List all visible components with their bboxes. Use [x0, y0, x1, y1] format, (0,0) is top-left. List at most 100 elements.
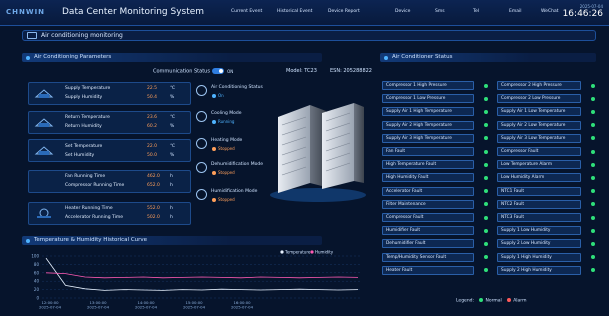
- x-tick-label: 2025-07-04: [39, 305, 62, 310]
- param-unit: ℃: [170, 86, 176, 91]
- status-dot-icon: [591, 123, 595, 128]
- status-dot-icon: [484, 241, 488, 246]
- status-dot-icon: [591, 268, 595, 273]
- status-dot-icon: [591, 228, 595, 233]
- esn-label: ESN:: [330, 68, 342, 74]
- dehumidify-icon: [196, 162, 207, 173]
- status-dot-icon: [591, 109, 595, 114]
- mode-label: Dehumidification Mode: [211, 162, 264, 167]
- status-dot-icon: [484, 255, 488, 260]
- nav-historical-event[interactable]: Historical Event: [277, 9, 312, 14]
- status-dot-icon: [484, 189, 488, 194]
- status-dot-icon: [484, 109, 488, 114]
- param-panel-runtime: [28, 170, 191, 193]
- nav-device[interactable]: Device: [395, 9, 410, 14]
- params-section-header: Air Conditioning Parameters: [22, 53, 322, 62]
- status-item: Filter Maintenance: [382, 199, 474, 209]
- snowflake-icon: [196, 111, 207, 122]
- x-tick-label: 2025-07-04: [231, 305, 254, 310]
- status-item: Compressor 1 Low Pressure: [382, 94, 474, 104]
- status-dot-icon: [591, 215, 595, 220]
- normal-dot-icon: [479, 298, 484, 302]
- section-dot-icon: [384, 55, 388, 60]
- mode-status: On: [212, 93, 224, 98]
- status-dot-icon: [484, 228, 488, 233]
- status-dot-icon: [591, 202, 595, 207]
- status-dot-icon: [484, 83, 488, 88]
- status-dot-icon: [484, 136, 488, 141]
- status-dot-icon: [591, 241, 595, 246]
- param-unit: %: [170, 124, 175, 129]
- status-item: Temp/Humidity Sensor Fault: [382, 252, 474, 262]
- param-unit: h: [170, 206, 173, 211]
- status-dot-icon: [591, 96, 595, 101]
- status-item: NTC1 Fault: [497, 186, 581, 196]
- param-label: Heater Running Time: [65, 206, 113, 211]
- top-bar: CHNWIN Data Center Monitoring System Cur…: [0, 0, 609, 26]
- heater-icon: [37, 208, 51, 218]
- communication-status: Communication Status ON: [153, 68, 233, 75]
- status-dot-icon: [591, 175, 595, 180]
- param-value: 23.6: [147, 115, 158, 120]
- y-tick-label: 80: [34, 262, 40, 267]
- status-item: Compressor Fault: [382, 213, 474, 222]
- legend-label-humidity: Humidity: [315, 250, 334, 255]
- status-item: Supply Air 2 Low Temperature: [497, 120, 581, 130]
- y-tick-label: 20: [34, 287, 40, 292]
- status-dot-icon: [212, 120, 216, 124]
- monitor-icon: [27, 32, 37, 39]
- air-conditioner-unit-image: [270, 103, 366, 202]
- mode-label: Cooling Mode: [211, 111, 242, 116]
- mode-label: Air Conditioning Status: [211, 85, 263, 90]
- status-item: Supply 1 Low Humidity: [497, 226, 581, 236]
- time-text: 16:46:26: [562, 9, 603, 19]
- communication-toggle[interactable]: [211, 68, 224, 74]
- status-item: Low Temperature Alarm: [497, 160, 581, 170]
- nav-current-event[interactable]: Current Event: [231, 9, 262, 14]
- status-item: Supply Air 3 High Temperature: [382, 133, 474, 143]
- legend-label: Legend:: [456, 298, 475, 304]
- status-item: Supply Air 1 High Temperature: [382, 107, 474, 117]
- param-label: Supply Humidity: [65, 95, 103, 100]
- status-dot-icon: [212, 198, 216, 202]
- status-item: Supply Air 2 High Temperature: [382, 120, 474, 130]
- section-dot-icon: [26, 238, 30, 243]
- nav-wechat[interactable]: WeChat: [541, 9, 558, 14]
- nav-email[interactable]: Email: [509, 9, 522, 14]
- param-label: Compressor Running Time: [65, 183, 125, 188]
- mode-label: Humidification Mode: [211, 189, 258, 194]
- series-line-humidity: [45, 272, 359, 279]
- esn-value: 205288822: [343, 68, 372, 74]
- status-dot-icon: [591, 255, 595, 260]
- chart-section-header: Temperature & Humidity Historical Curve: [22, 236, 322, 245]
- status-section-header: Air Conditioner Status: [380, 53, 596, 62]
- chart-section-title: Temperature & Humidity Historical Curve: [34, 237, 148, 243]
- status-item: Supply 2 High Humidity: [497, 265, 581, 275]
- y-tick-label: 40: [34, 279, 40, 284]
- param-value: 60.2: [147, 124, 158, 129]
- status-dot-icon: [591, 83, 595, 88]
- status-dot-icon: [484, 215, 488, 220]
- status-item: Compressor 2 Low Pressure: [497, 94, 581, 104]
- param-value: 552.0: [147, 206, 160, 211]
- param-value: 502.0: [147, 215, 160, 220]
- nav-tel[interactable]: Tel: [473, 9, 479, 14]
- status-item: NTC3 Fault: [497, 213, 581, 222]
- alarm-dot-icon: [507, 298, 512, 302]
- series-line-temperature: [45, 257, 359, 291]
- status-dot-icon: [212, 147, 216, 151]
- nav-sms[interactable]: Sms: [435, 9, 445, 14]
- status-item: Dehumidifier Fault: [382, 239, 474, 249]
- status-item: Supply Air 3 Low Temperature: [497, 133, 581, 143]
- param-label: Supply Temperature: [65, 86, 111, 91]
- heating-icon: [196, 138, 207, 149]
- legend-dot-humidity: [310, 250, 314, 254]
- param-label: Return Temperature: [65, 115, 110, 120]
- status-dot-icon: [484, 96, 488, 101]
- param-value: 462.0: [147, 174, 160, 179]
- status-item: Low Humidity Alarm: [497, 173, 581, 183]
- nav-device-report[interactable]: Device Report: [328, 9, 360, 14]
- status-legend: Legend: Normal Alarm: [456, 298, 526, 304]
- param-value: 22.0: [147, 144, 158, 149]
- x-tick-label: 2025-07-04: [87, 305, 110, 310]
